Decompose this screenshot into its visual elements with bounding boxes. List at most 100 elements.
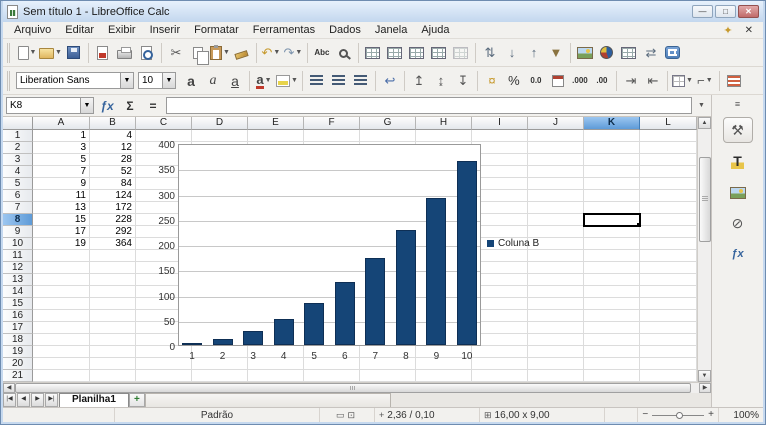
cell-b3[interactable]: 28 (90, 154, 136, 166)
chevron-down-icon[interactable]: ▼ (162, 73, 175, 88)
row-header-3[interactable]: 3 (3, 154, 33, 166)
column-header-i[interactable]: I (472, 117, 528, 130)
functions-tab[interactable]: ƒx (723, 241, 753, 267)
cell-a1[interactable]: 1 (33, 130, 90, 142)
cell-b13[interactable] (90, 274, 136, 286)
sum-icon[interactable]: Σ (120, 99, 140, 113)
cell-l16[interactable] (640, 310, 697, 322)
cell-a7[interactable]: 13 (33, 202, 90, 214)
cell-h21[interactable] (416, 370, 472, 382)
delete-decimal-button[interactable]: .00 (591, 70, 613, 92)
scroll-right-icon[interactable]: ▶ (699, 383, 711, 393)
row-header-15[interactable]: 15 (3, 298, 33, 310)
cell-l19[interactable] (640, 346, 697, 358)
cell-b5[interactable]: 84 (90, 178, 136, 190)
column-header-l[interactable]: L (640, 117, 697, 130)
cell-a20[interactable] (33, 358, 90, 370)
cell-l8[interactable] (640, 214, 697, 226)
cell-k19[interactable] (584, 346, 640, 358)
split-window-button[interactable]: ⇄ (640, 42, 662, 64)
selection-mode-icon[interactable]: ▭ (336, 410, 345, 421)
cell-b16[interactable] (90, 310, 136, 322)
cell-a21[interactable] (33, 370, 90, 382)
column-header-j[interactable]: J (528, 117, 584, 130)
cell-j21[interactable] (528, 370, 584, 382)
row-header-6[interactable]: 6 (3, 190, 33, 202)
page-style-segment[interactable]: Padrão (115, 408, 320, 422)
cell-k15[interactable] (584, 298, 640, 310)
cell-a4[interactable]: 7 (33, 166, 90, 178)
number-format-button[interactable]: 0.0 (525, 70, 547, 92)
export-pdf-button[interactable] (92, 42, 114, 64)
vertical-scrollbar[interactable]: ▲ ▼ (697, 117, 711, 382)
cell-b2[interactable]: 12 (90, 142, 136, 154)
cell-l1[interactable] (640, 130, 697, 142)
chevron-down-icon[interactable]: ▼ (265, 77, 272, 84)
row-header-7[interactable]: 7 (3, 202, 33, 214)
row-header-16[interactable]: 16 (3, 310, 33, 322)
last-sheet-button[interactable]: ▶| (45, 393, 58, 407)
cell-a11[interactable] (33, 250, 90, 262)
highlighting-color-button[interactable]: ▼ (275, 70, 299, 92)
cell-b7[interactable]: 172 (90, 202, 136, 214)
navigator-tab[interactable]: ⊘ (723, 210, 753, 236)
column-header-g[interactable]: G (360, 117, 416, 130)
cell-c21[interactable] (136, 370, 192, 382)
cell-k3[interactable] (584, 154, 640, 166)
cell-l3[interactable] (640, 154, 697, 166)
cell-i21[interactable] (472, 370, 528, 382)
cell-k2[interactable] (584, 142, 640, 154)
title-bar[interactable]: Sem título 1 - LibreOffice Calc —□✕ (3, 1, 763, 22)
menu-dados[interactable]: Dados (322, 23, 368, 37)
cell-b4[interactable]: 52 (90, 166, 136, 178)
properties-tab[interactable]: ⚒ (723, 117, 753, 143)
cell-l21[interactable] (640, 370, 697, 382)
cell-a5[interactable]: 9 (33, 178, 90, 190)
bold-button[interactable]: a (180, 70, 202, 92)
align-center-button[interactable] (328, 70, 350, 92)
vertical-scroll-thumb[interactable] (699, 157, 711, 242)
cell-a6[interactable]: 11 (33, 190, 90, 202)
cell-k1[interactable] (584, 130, 640, 142)
cell-k16[interactable] (584, 310, 640, 322)
name-box[interactable]: K8 ▼ (6, 97, 94, 114)
zoom-segment[interactable]: 100% (719, 408, 763, 422)
add-sheet-button[interactable]: + (129, 393, 145, 407)
row-header-8[interactable]: 8 (3, 214, 33, 226)
cell-k6[interactable] (584, 190, 640, 202)
cell-d21[interactable] (192, 370, 248, 382)
cell-l7[interactable] (640, 202, 697, 214)
chevron-down-icon[interactable]: ▼ (80, 98, 93, 113)
scroll-down-icon[interactable]: ▼ (698, 370, 711, 382)
row-header-4[interactable]: 4 (3, 166, 33, 178)
chevron-down-icon[interactable]: ▼ (706, 77, 713, 84)
font-size-combo[interactable]: 10 ▼ (138, 72, 176, 89)
cell-a19[interactable] (33, 346, 90, 358)
cell-b20[interactable] (90, 358, 136, 370)
horizontal-scroll-thumb[interactable] (15, 383, 691, 393)
cell-a10[interactable]: 19 (33, 238, 90, 250)
cell-k10[interactable] (584, 238, 640, 250)
font-name-combo[interactable]: Liberation Sans ▼ (16, 72, 134, 89)
print-preview-button[interactable] (136, 42, 158, 64)
cell-k20[interactable] (584, 358, 640, 370)
row-header-13[interactable]: 13 (3, 274, 33, 286)
row-header-12[interactable]: 12 (3, 262, 33, 274)
border-style-button[interactable]: ⌐▼ (694, 70, 716, 92)
conditional-formatting-button[interactable] (723, 70, 745, 92)
align-top-button[interactable]: ↥ (408, 70, 430, 92)
zoom-slider-track[interactable] (652, 415, 704, 416)
cell-a16[interactable] (33, 310, 90, 322)
row-header-2[interactable]: 2 (3, 142, 33, 154)
cell-l18[interactable] (640, 334, 697, 346)
close-button[interactable]: ✕ (738, 5, 759, 18)
cell-l6[interactable] (640, 190, 697, 202)
maximize-button[interactable]: □ (715, 5, 736, 18)
cell-a8[interactable]: 15 (33, 214, 90, 226)
cell-k11[interactable] (584, 250, 640, 262)
save-button[interactable] (63, 42, 85, 64)
sort-ascending-button[interactable]: ↓ (501, 42, 523, 64)
cell-k4[interactable] (584, 166, 640, 178)
column-header-d[interactable]: D (192, 117, 248, 130)
cell-b17[interactable] (90, 322, 136, 334)
